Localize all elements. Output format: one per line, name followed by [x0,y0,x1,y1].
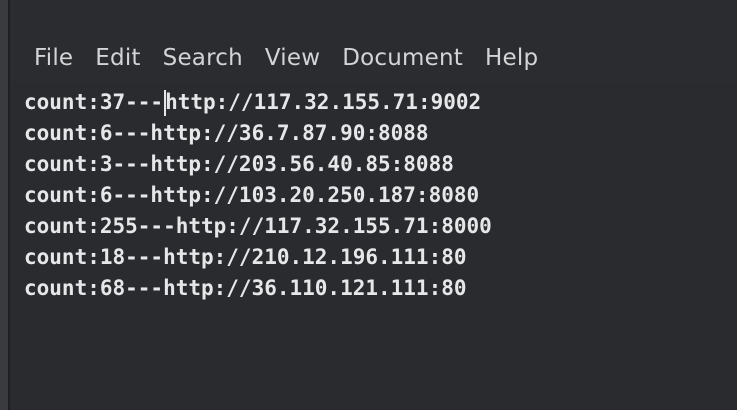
text-line-4[interactable]: count:6---http://103.20.250.187:8080 [10,180,737,211]
text-line-7[interactable]: count:68---http://36.110.121.111:80 [10,273,737,304]
menu-search[interactable]: Search [163,45,243,71]
window-left-border [0,0,10,410]
text-editor-area[interactable]: count:37---http://117.32.155.71:9002 cou… [10,84,737,410]
text-line-5[interactable]: count:255---http://117.32.155.71:8000 [10,211,737,242]
menu-file[interactable]: File [34,45,73,71]
menu-bar: File Edit Search View Document Help [10,32,737,84]
text-line-3[interactable]: count:3---http://203.56.40.85:8088 [10,149,737,180]
menu-edit[interactable]: Edit [95,45,140,71]
text-line-1-after-caret: http://117.32.155.71:9002 [165,90,482,114]
menu-document[interactable]: Document [342,45,463,71]
menu-help[interactable]: Help [485,45,538,71]
menu-view[interactable]: View [265,45,320,71]
title-bar [10,0,737,32]
text-line-1[interactable]: count:37---http://117.32.155.71:9002 [10,87,737,118]
text-line-6[interactable]: count:18---http://210.12.196.111:80 [10,242,737,273]
text-line-1-before-caret: count:37--- [24,90,164,114]
text-line-2[interactable]: count:6---http://36.7.87.90:8088 [10,118,737,149]
